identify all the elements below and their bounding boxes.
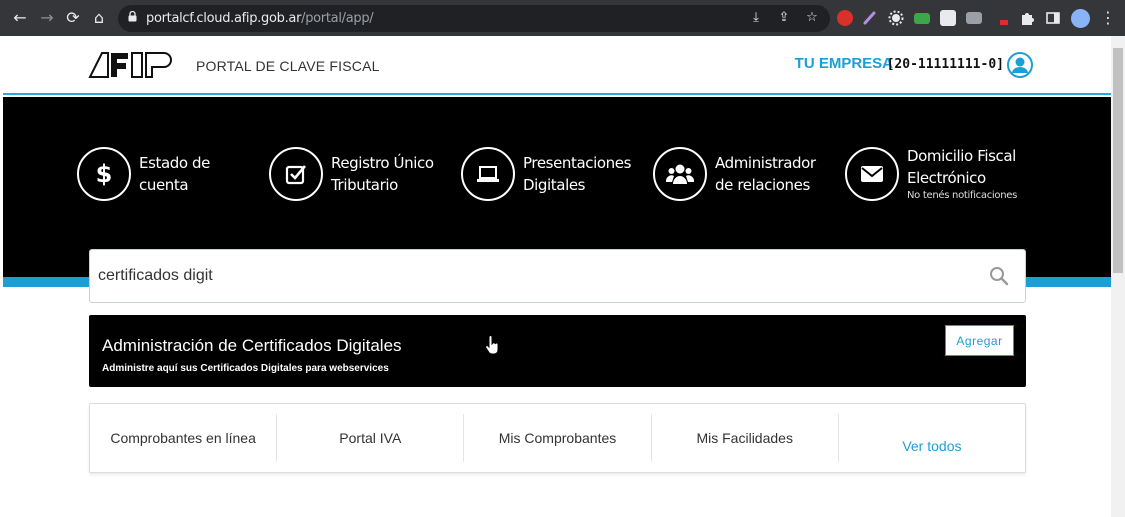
shortcut-label-line1: Administrador: [715, 154, 816, 172]
result-description: Administre aquí sus Certificados Digital…: [102, 363, 389, 374]
dollar-icon: $: [77, 147, 131, 201]
address-bar[interactable]: portalcf.cloud.afip.gob.ar/portal/app/ ⤓…: [118, 5, 830, 32]
puzzle-extensions-icon[interactable]: [1019, 10, 1035, 26]
url-path: /portal/app/: [301, 11, 374, 26]
more-menu-icon[interactable]: ⋮: [1098, 8, 1118, 28]
shortcut-estado-de-cuenta[interactable]: $ Estado de cuenta: [77, 144, 210, 204]
checkbox-icon: [269, 147, 323, 201]
page-content: PORTAL DE CLAVE FISCAL TU EMPRESA [20-11…: [3, 36, 1111, 517]
shortcut-label-line2: cuenta: [139, 176, 189, 194]
gear-extension-icon[interactable]: [888, 10, 904, 26]
shortcut-domicilio-fiscal-electronico[interactable]: Domicilio Fiscal Electrónico No tenés noti…: [845, 144, 1017, 204]
shortcut-label-line1: Estado de: [139, 154, 210, 172]
quick-link-comprobantes-en-linea[interactable]: Comprobantes en línea: [90, 414, 278, 462]
css-extension-icon[interactable]: [994, 10, 1010, 26]
shortcut-label-line2: Digitales: [523, 176, 586, 194]
scrollbar-thumb[interactable]: [1113, 48, 1123, 273]
shortcut-registro-unico-tributario[interactable]: Registro Único Tributario: [269, 144, 434, 204]
shortcut-presentaciones-digitales[interactable]: Presentaciones Digitales: [461, 144, 631, 204]
envelope-icon: [845, 147, 899, 201]
shortcut-label-line2: Tributario: [331, 176, 398, 194]
url-host: portalcf.cloud.afip.gob.ar: [146, 11, 302, 26]
reload-icon[interactable]: ⟳: [63, 8, 83, 28]
lock-icon: [128, 11, 137, 22]
search-result-item[interactable]: Administración de Certificados Digitales…: [89, 315, 1026, 387]
site-header: PORTAL DE CLAVE FISCAL TU EMPRESA [20-11…: [3, 36, 1111, 95]
search-input[interactable]: [98, 264, 958, 288]
search-icon[interactable]: [989, 266, 1009, 286]
bookmark-star-icon[interactable]: ☆: [804, 10, 820, 26]
sheets-extension-icon[interactable]: [940, 10, 956, 26]
home-icon[interactable]: ⌂: [89, 8, 109, 28]
view-all-link[interactable]: Ver todos: [839, 414, 1025, 462]
browser-toolbar: ← → ⟳ ⌂ portalcf.cloud.afip.gob.ar/porta…: [0, 0, 1125, 36]
quick-links-bar: Comprobantes en línea Portal IVA Mis Com…: [89, 403, 1026, 473]
shortcut-label-line1: Registro Único: [331, 154, 434, 172]
shortcut-label-line1: Presentaciones: [523, 154, 632, 172]
company-name[interactable]: TU EMPRESA: [795, 55, 893, 72]
result-title: Administración de Certificados Digitales: [102, 336, 402, 355]
user-avatar-icon[interactable]: [1007, 52, 1033, 78]
hand-cursor-icon: [485, 335, 499, 355]
shortcut-label-line2: de relaciones: [715, 176, 810, 194]
page-scrollbar[interactable]: [1111, 36, 1125, 517]
shortcut-label-line2: Electrónico: [907, 169, 986, 187]
adblock-extension-icon[interactable]: [837, 10, 853, 26]
portal-title: PORTAL DE CLAVE FISCAL: [196, 58, 380, 74]
cuit-number: [20-11111111-0]: [886, 57, 1004, 72]
back-icon[interactable]: ←: [10, 8, 30, 28]
afip-logo: [88, 52, 172, 78]
url-text: portalcf.cloud.afip.gob.ar/portal/app/: [146, 11, 374, 26]
notifications-status: No tenés notificaciones: [907, 190, 1018, 201]
laptop-icon: [461, 147, 515, 201]
shortcut-administrador-de-relaciones[interactable]: Administrador de relaciones: [653, 144, 816, 204]
screenshot-extension-icon[interactable]: [966, 12, 982, 24]
side-panel-icon[interactable]: [1045, 10, 1061, 26]
shortcut-label-line1: Domicilio Fiscal: [907, 147, 1016, 165]
pen-extension-icon[interactable]: [862, 10, 878, 26]
profile-avatar-icon[interactable]: [1071, 9, 1090, 28]
camera-extension-icon[interactable]: [914, 13, 930, 24]
add-button[interactable]: Agregar: [945, 325, 1014, 356]
quick-link-mis-comprobantes[interactable]: Mis Comprobantes: [464, 414, 652, 462]
share-icon[interactable]: ⇪: [776, 10, 792, 26]
search-box: [89, 249, 1026, 303]
quick-link-mis-facilidades[interactable]: Mis Facilidades: [652, 414, 839, 462]
quick-link-portal-iva[interactable]: Portal IVA: [277, 414, 465, 462]
forward-icon[interactable]: →: [37, 8, 57, 28]
install-app-icon[interactable]: ⤓: [748, 10, 764, 26]
users-icon: [653, 147, 707, 201]
